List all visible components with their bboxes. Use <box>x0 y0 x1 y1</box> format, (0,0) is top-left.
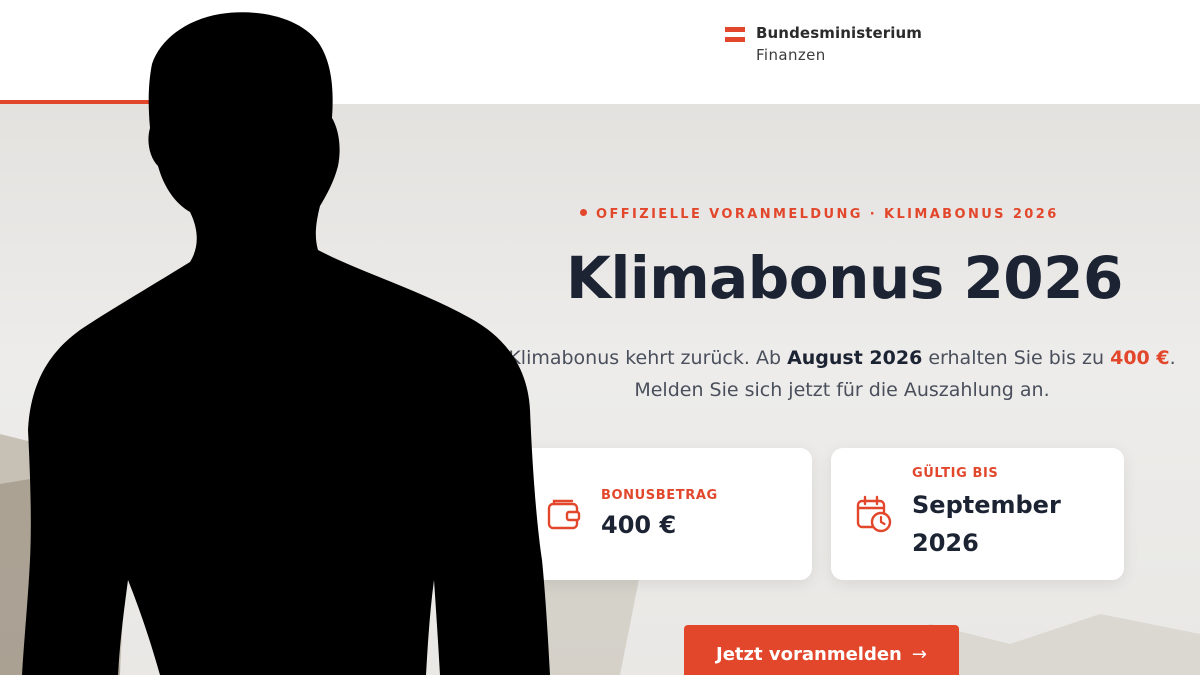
valid-until-label: GÜLTIG BIS <box>912 466 999 481</box>
subtitle-amount: 400 € <box>1110 347 1170 369</box>
site-header: Bundesministerium Finanzen <box>0 0 1200 104</box>
eyebrow-label: OFFIZIELLE VORANMELDUNG · KLIMABONUS 202… <box>580 207 1080 222</box>
valid-until-value: September 2026 <box>912 491 1061 557</box>
preregister-button[interactable]: Jetzt voranmelden → <box>684 625 959 675</box>
eyebrow-text: OFFIZIELLE VORANMELDUNG · KLIMABONUS 202… <box>596 207 1059 222</box>
subtitle-text-2: erhalten Sie bis zu <box>922 347 1111 369</box>
logo-ministry-department: Finanzen <box>756 46 826 64</box>
hero-subtitle: Klimabonus kehrt zurück. Ab August 2026 … <box>502 342 1182 406</box>
bonus-amount-label: BONUSBETRAG <box>601 488 718 503</box>
arrow-right-icon: → <box>911 644 927 665</box>
bonus-amount-value: 400 € <box>601 511 677 539</box>
preregister-button-label: Jetzt voranmelden <box>716 644 902 665</box>
page-title: Klimabonus 2026 <box>566 244 1123 312</box>
logo-ministry-name: Bundesministerium <box>756 24 923 42</box>
eyebrow-dot-icon <box>580 209 587 216</box>
austria-flag-icon <box>725 27 745 42</box>
subtitle-text-3: . <box>1169 347 1176 369</box>
subtitle-line-2: Melden Sie sich jetzt für die Auszahlung… <box>634 379 1050 401</box>
bonus-amount-card: BONUSBETRAG 400 € <box>520 448 812 580</box>
subtitle-date: August 2026 <box>787 347 923 369</box>
calendar-clock-icon <box>856 495 892 533</box>
subtitle-text-1: Klimabonus kehrt zurück. Ab <box>508 347 788 369</box>
hero-section: OFFIZIELLE VORANMELDUNG · KLIMABONUS 202… <box>0 104 1200 675</box>
valid-until-card: GÜLTIG BIS September 2026 <box>831 448 1124 580</box>
wallet-icon <box>547 499 581 530</box>
